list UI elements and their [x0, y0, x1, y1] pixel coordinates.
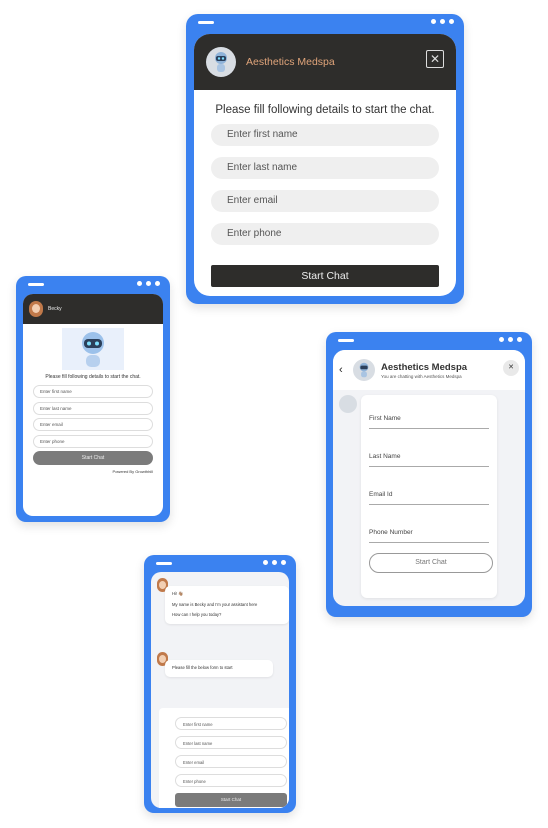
email-input[interactable]: Enter email [175, 755, 287, 768]
robot-avatar-icon [206, 47, 236, 77]
chat-header: ‹ Aesthetics Medspa You are chatting wit… [333, 350, 525, 390]
robot-avatar-icon [353, 359, 375, 381]
agent-avatar-icon [29, 301, 43, 317]
email-input[interactable]: Enter email [33, 418, 153, 431]
chat-subtitle: You are chatting with Aesthetics Medspa [381, 373, 462, 379]
form-prompt: Please fill following details to start t… [45, 374, 141, 380]
form-prompt: Please fill following details to start t… [215, 104, 435, 116]
start-chat-button[interactable]: Start Chat [175, 793, 287, 807]
header-text: Aesthetics Medspa You are chatting with … [381, 362, 467, 379]
email-input[interactable]: Email Id [369, 485, 489, 505]
last-name-input[interactable]: Enter last name [211, 157, 439, 179]
chat-screen: Hi! 👋🏽 My name is Becky and I'm your ass… [151, 572, 289, 808]
last-name-input[interactable]: Enter last name [33, 401, 153, 415]
window-dash-icon [198, 21, 214, 24]
chat-title: Aesthetics Medspa [246, 56, 335, 68]
window-dash-icon [28, 283, 44, 286]
chat-header: Becky [23, 294, 163, 324]
chat-screen: Aesthetics Medspa ✕ Please fill followin… [194, 34, 456, 296]
window-top-bar [186, 14, 464, 34]
greeting-text: Hi! 👋🏽 [172, 591, 184, 596]
phone-input[interactable]: Enter phone [33, 434, 153, 448]
last-name-input[interactable]: Enter last name [175, 736, 287, 749]
chat-widget-window-1: Aesthetics Medspa ✕ Please fill followin… [186, 14, 464, 304]
back-arrow-icon[interactable]: ‹ [339, 364, 353, 376]
window-top-bar [326, 332, 532, 352]
close-button[interactable]: ✕ [426, 50, 444, 68]
robot-mascot-icon [62, 328, 124, 370]
window-top-bar [16, 276, 170, 296]
close-button[interactable]: ✕ [503, 360, 519, 376]
first-name-input[interactable]: Enter first name [211, 124, 439, 146]
start-chat-button[interactable]: Start Chat [369, 553, 493, 573]
lead-form: First Name Last Name Email Id Phone Numb… [361, 395, 497, 598]
email-input[interactable]: Enter email [211, 190, 439, 212]
window-dash-icon [156, 562, 172, 565]
first-name-input[interactable]: Enter first name [33, 385, 153, 398]
window-dash-icon [338, 339, 354, 342]
chat-widget-window-4: Hi! 👋🏽 My name is Becky and I'm your ass… [144, 555, 296, 813]
chat-widget-window-3: ‹ Aesthetics Medspa You are chatting wit… [326, 332, 532, 617]
window-dots-icon [499, 337, 522, 342]
window-dots-icon [431, 19, 454, 24]
chat-widget-window-2: Becky Please fill following details to s… [16, 276, 170, 522]
powered-by-text: Powered By Growthhill [112, 469, 153, 474]
intro-text: My name is Becky and I'm your assistant … [172, 601, 258, 607]
start-chat-button[interactable]: Start Chat [33, 451, 153, 465]
bot-avatar-icon [339, 395, 357, 413]
chat-screen: ‹ Aesthetics Medspa You are chatting wit… [333, 350, 525, 606]
first-name-input[interactable]: Enter first name [175, 717, 287, 730]
window-dots-icon [263, 560, 286, 565]
chat-title: Aesthetics Medspa [381, 361, 468, 373]
phone-input[interactable]: Enter phone [211, 223, 439, 245]
form-prompt-message: Please fill the below form to start [165, 660, 273, 677]
first-name-input[interactable]: First Name [369, 409, 489, 429]
welcome-message: Hi! 👋🏽 My name is Becky and I'm your ass… [165, 586, 289, 625]
start-chat-button[interactable]: Start Chat [211, 265, 439, 287]
last-name-input[interactable]: Last Name [369, 447, 489, 467]
phone-input[interactable]: Enter phone [175, 774, 287, 787]
window-dots-icon [137, 281, 160, 286]
lead-form: Enter first name Enter last name Enter e… [159, 708, 289, 808]
chat-screen: Becky Please fill following details to s… [23, 294, 163, 516]
chat-header: Aesthetics Medspa ✕ [194, 34, 456, 90]
agent-name: Becky [48, 306, 62, 312]
question-text: How can I help you today? [172, 612, 222, 618]
phone-input[interactable]: Phone Number [369, 523, 489, 543]
